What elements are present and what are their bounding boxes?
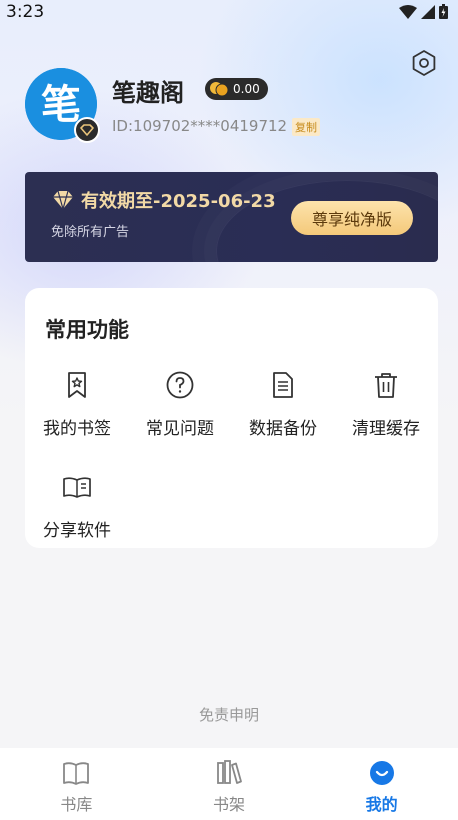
document-icon bbox=[273, 372, 293, 398]
func-bookmarks[interactable]: 我的书签 bbox=[25, 370, 129, 450]
svg-text:笔: 笔 bbox=[41, 81, 81, 128]
common-functions-card: 常用功能 我的书签 常见问题 数据备份 清理缓存 分享软件 bbox=[25, 288, 438, 548]
settings-icon[interactable] bbox=[410, 49, 438, 77]
nav-library[interactable]: 书库 bbox=[0, 748, 153, 820]
func-clear-cache[interactable]: 清理缓存 bbox=[334, 370, 438, 450]
status-icons bbox=[399, 4, 448, 19]
func-label: 数据备份 bbox=[249, 419, 317, 439]
vip-upgrade-button[interactable]: 尊享纯净版 bbox=[291, 201, 413, 235]
nav-label: 书架 bbox=[213, 795, 246, 814]
func-backup[interactable]: 数据备份 bbox=[231, 370, 335, 450]
vip-card: 有效期至-2025-06-23 免除所有广告 尊享纯净版 bbox=[25, 172, 438, 262]
question-icon bbox=[166, 371, 194, 399]
nav-profile[interactable]: 我的 bbox=[305, 748, 458, 820]
bookshelf-icon bbox=[217, 760, 242, 784]
func-faq[interactable]: 常见问题 bbox=[128, 370, 232, 450]
open-book-icon bbox=[63, 477, 91, 498]
func-label: 我的书签 bbox=[43, 419, 111, 439]
disclaimer-link[interactable]: 免责申明 bbox=[0, 704, 458, 725]
user-id: ID:109702****0419712 bbox=[112, 117, 288, 135]
bottom-nav: 书库 书架 我的 bbox=[0, 748, 458, 820]
profile-icon bbox=[369, 761, 394, 785]
coin-value: 0.00 bbox=[233, 82, 260, 96]
vip-expire-text: 有效期至-2025-06-23 bbox=[81, 191, 276, 212]
coins-icon bbox=[210, 82, 229, 97]
section-title: 常用功能 bbox=[45, 318, 129, 342]
func-label: 常见问题 bbox=[146, 419, 214, 439]
coin-balance[interactable]: 0.00 bbox=[205, 78, 268, 100]
bookmark-icon bbox=[68, 372, 86, 398]
nav-label: 我的 bbox=[365, 795, 398, 814]
book-icon bbox=[63, 762, 90, 785]
func-label: 清理缓存 bbox=[352, 419, 420, 439]
func-share[interactable]: 分享软件 bbox=[25, 472, 129, 552]
trash-icon bbox=[375, 373, 397, 398]
status-time: 3:23 bbox=[6, 2, 45, 22]
wifi-icon bbox=[399, 4, 417, 19]
func-label: 分享软件 bbox=[43, 521, 111, 541]
nav-label: 书库 bbox=[60, 795, 93, 814]
vip-expire: 有效期至-2025-06-23 bbox=[51, 187, 276, 213]
status-bar: 3:23 bbox=[0, 0, 458, 24]
copy-id-button[interactable]: 复制 bbox=[292, 118, 320, 136]
battery-icon bbox=[439, 4, 448, 19]
vip-subtitle: 免除所有广告 bbox=[51, 225, 130, 240]
username: 笔趣阁 bbox=[112, 79, 184, 107]
diamond-icon bbox=[53, 190, 73, 210]
nav-bookshelf[interactable]: 书架 bbox=[153, 748, 306, 820]
vip-badge-icon bbox=[74, 117, 100, 143]
signal-icon bbox=[421, 4, 435, 19]
